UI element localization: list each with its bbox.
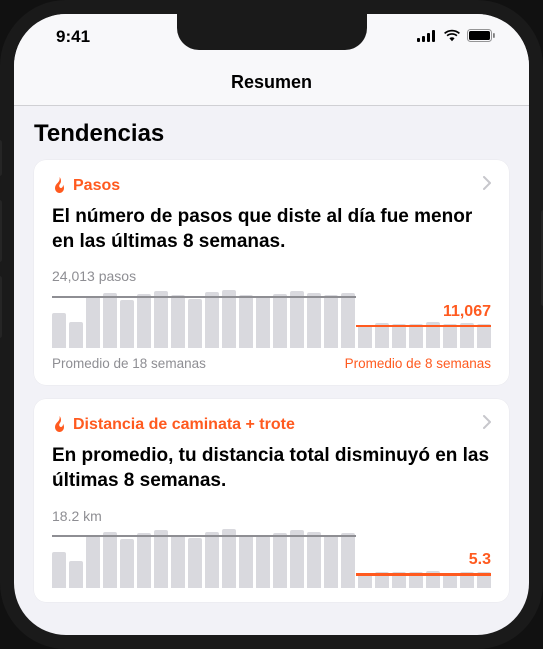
cellular-icon: [417, 27, 437, 47]
short-avg-line: [356, 573, 491, 576]
volume-down-button: [0, 276, 2, 338]
bar: [86, 296, 100, 348]
bar: [154, 291, 168, 349]
nav-title: Resumen: [231, 72, 312, 92]
bar: [86, 536, 100, 588]
bar: [239, 535, 253, 588]
wifi-icon: [443, 27, 461, 47]
bar: [120, 539, 134, 588]
card-title: Pasos: [73, 177, 120, 195]
bar: [256, 296, 270, 348]
nav-bar: Resumen: [14, 60, 529, 106]
chart-legend: Promedio de 18 semanas Promedio de 8 sem…: [52, 356, 491, 371]
bar: [222, 290, 236, 349]
bar: [171, 535, 185, 588]
content[interactable]: Tendencias Pasos El número de pasos que …: [14, 106, 529, 630]
bar: [154, 530, 168, 588]
flame-icon: [52, 416, 67, 433]
bar: [290, 291, 304, 349]
chevron-right-icon: [483, 176, 491, 195]
bar: [52, 313, 66, 348]
bar: [307, 293, 321, 348]
flame-icon: [52, 177, 67, 194]
bar: [239, 295, 253, 348]
bar: [137, 533, 151, 588]
bar: [188, 538, 202, 588]
card-header: Distancia de caminata + trote: [52, 415, 491, 434]
bar: [205, 532, 219, 588]
bar: [69, 561, 83, 588]
bar: [69, 322, 83, 349]
status-indicators: [417, 27, 495, 47]
bar: [358, 325, 372, 348]
bar: [273, 294, 287, 348]
battery-icon: [467, 27, 495, 47]
short-avg-value: 5.3: [469, 551, 491, 569]
bar: [307, 532, 321, 588]
bar: [477, 324, 491, 348]
bar: [103, 532, 117, 588]
bar: [171, 295, 185, 348]
phone-frame: 9:41 Resumen Tendencias: [0, 0, 543, 649]
bar: [52, 552, 66, 587]
trend-card-distance[interactable]: Distancia de caminata + trote En promedi…: [34, 399, 509, 601]
chart-steps: 24,013 pasos 11,067: [52, 268, 491, 348]
long-avg-label: 18.2 km: [52, 508, 491, 524]
bar: [341, 533, 355, 588]
section-title: Tendencias: [34, 120, 509, 148]
status-time: 9:41: [56, 27, 90, 47]
long-avg-line: [52, 535, 356, 537]
screen: 9:41 Resumen Tendencias: [14, 14, 529, 635]
bar: [392, 324, 406, 348]
legend-long: Promedio de 18 semanas: [52, 356, 206, 371]
trend-card-steps[interactable]: Pasos El número de pasos que diste al dí…: [34, 160, 509, 385]
legend-short: Promedio de 8 semanas: [345, 356, 491, 371]
bar: [256, 536, 270, 588]
bar: [103, 293, 117, 348]
short-avg-value: 11,067: [443, 303, 491, 321]
bar: [205, 292, 219, 348]
card-message: En promedio, tu distancia total disminuy…: [52, 444, 491, 493]
bar: [273, 533, 287, 588]
volume-up-button: [0, 200, 2, 262]
bar: [341, 293, 355, 348]
notch: [177, 14, 367, 50]
card-header: Pasos: [52, 176, 491, 195]
bar: [222, 529, 236, 588]
bar: [188, 299, 202, 349]
chart-distance: 18.2 km 5.3: [52, 508, 491, 588]
bar: [324, 295, 338, 348]
bar: [137, 294, 151, 348]
bar: [290, 530, 304, 588]
long-avg-label: 24,013 pasos: [52, 268, 491, 284]
card-title: Distancia de caminata + trote: [73, 416, 295, 434]
card-message: El número de pasos que diste al día fue …: [52, 205, 491, 254]
side-button: [0, 140, 2, 176]
bar: [120, 300, 134, 349]
short-avg-line: [356, 325, 491, 328]
bar: [443, 324, 457, 348]
chevron-right-icon: [483, 415, 491, 434]
long-avg-line: [52, 296, 356, 298]
bar: [324, 535, 338, 588]
